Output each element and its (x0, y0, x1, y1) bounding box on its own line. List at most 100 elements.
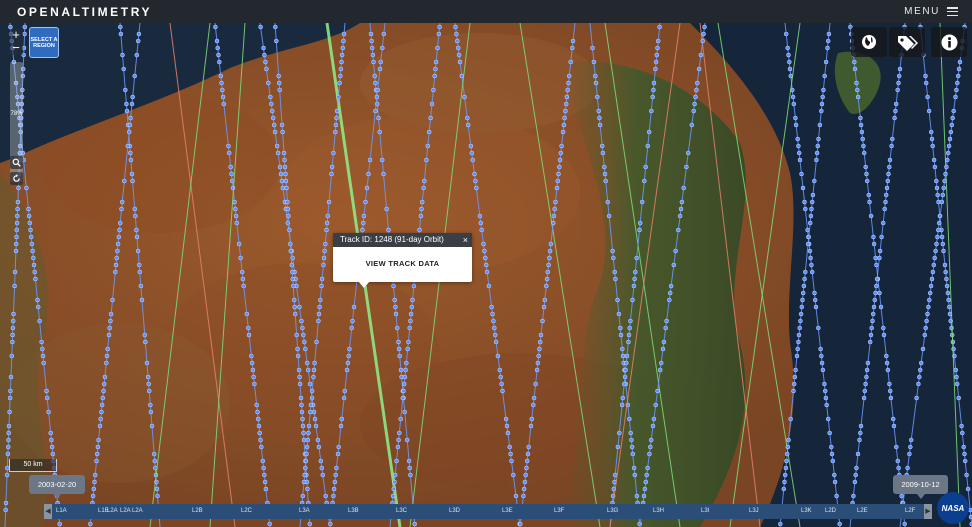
track-point[interactable] (331, 486, 337, 492)
track-point[interactable] (378, 59, 383, 65)
track-point[interactable] (863, 164, 868, 170)
track-point[interactable] (950, 115, 955, 121)
track-point[interactable] (918, 360, 924, 366)
track-point[interactable] (373, 108, 378, 114)
track-point[interactable] (694, 87, 699, 93)
track-point[interactable] (597, 122, 603, 128)
track-point[interactable] (333, 472, 338, 478)
track-point[interactable] (396, 437, 401, 443)
track-point[interactable] (401, 388, 406, 394)
track-point[interactable] (505, 430, 511, 436)
track-point[interactable] (269, 101, 274, 107)
track-point[interactable] (339, 59, 344, 65)
track-point[interactable] (462, 94, 467, 100)
track-point[interactable] (24, 185, 29, 191)
track-point[interactable] (917, 374, 922, 380)
track-point[interactable] (822, 381, 827, 387)
track-point[interactable] (882, 206, 887, 212)
track-point[interactable] (945, 150, 951, 156)
track-point[interactable] (679, 199, 685, 205)
track-point[interactable] (855, 87, 860, 93)
track-point[interactable] (316, 318, 321, 324)
track-point[interactable] (342, 388, 348, 394)
timeline-label[interactable]: L2F (905, 504, 915, 519)
track-point[interactable] (262, 52, 267, 58)
track-point[interactable] (287, 227, 292, 233)
track-point[interactable] (136, 262, 142, 268)
track-point[interactable] (944, 164, 949, 170)
track-point[interactable] (255, 416, 261, 422)
track-point[interactable] (301, 332, 306, 338)
track-point[interactable] (545, 269, 551, 275)
track-point[interactable] (881, 325, 886, 331)
track-point[interactable] (134, 52, 140, 58)
track-point[interactable] (13, 241, 19, 247)
track-point[interactable] (951, 346, 956, 352)
track-point[interactable] (277, 164, 283, 170)
track-point[interactable] (947, 136, 953, 142)
track-point[interactable] (149, 423, 155, 429)
track-point[interactable] (629, 444, 635, 450)
track-point[interactable] (784, 451, 790, 457)
track-point[interactable] (35, 304, 41, 310)
track-point[interactable] (407, 465, 412, 471)
track-point[interactable] (509, 458, 514, 464)
track-point[interactable] (959, 423, 964, 429)
track-point[interactable] (255, 409, 260, 415)
track-point[interactable] (267, 521, 272, 527)
track-point[interactable] (953, 94, 958, 100)
track-point[interactable] (426, 129, 432, 135)
track-point[interactable] (956, 66, 962, 72)
track-point[interactable] (597, 115, 602, 121)
globe-icon[interactable] (851, 27, 887, 57)
track-point[interactable] (537, 346, 542, 352)
track-point[interactable] (560, 129, 566, 135)
track-point[interactable] (825, 416, 831, 422)
track-point[interactable] (791, 381, 797, 387)
track-point[interactable] (786, 437, 791, 443)
timeline-label[interactable]: L2A (107, 504, 118, 519)
track-point[interactable] (884, 353, 889, 359)
track-point[interactable] (809, 199, 815, 205)
search-icon[interactable] (10, 156, 23, 169)
track-point[interactable] (296, 367, 302, 373)
track-point[interactable] (300, 493, 306, 499)
track-point[interactable] (626, 332, 632, 338)
track-point[interactable] (424, 157, 429, 163)
track-point[interactable] (275, 150, 281, 156)
track-point[interactable] (339, 52, 345, 58)
track-point[interactable] (303, 465, 308, 471)
track-point[interactable] (261, 45, 266, 51)
track-point[interactable] (923, 325, 928, 331)
track-point[interactable] (940, 241, 946, 247)
track-point[interactable] (280, 129, 285, 135)
track-point[interactable] (590, 45, 595, 51)
track-point[interactable] (658, 360, 664, 366)
track-point[interactable] (392, 297, 397, 303)
track-point[interactable] (524, 465, 529, 471)
track-point[interactable] (922, 332, 928, 338)
track-point[interactable] (375, 87, 380, 93)
track-point[interactable] (829, 451, 835, 457)
track-point[interactable] (297, 304, 302, 310)
track-point[interactable] (861, 150, 867, 156)
track-point[interactable] (621, 381, 627, 387)
track-point[interactable] (115, 241, 121, 247)
track-point[interactable] (643, 164, 648, 170)
track-point[interactable] (397, 353, 402, 359)
track-point[interactable] (226, 150, 232, 156)
track-point[interactable] (148, 402, 153, 408)
track-point[interactable] (120, 52, 125, 58)
track-point[interactable] (402, 409, 407, 415)
track-point[interactable] (689, 122, 695, 128)
track-point[interactable] (288, 248, 294, 254)
track-point[interactable] (949, 122, 955, 128)
track-point[interactable] (251, 374, 256, 380)
track-point[interactable] (478, 220, 484, 226)
track-point[interactable] (939, 199, 945, 205)
track-point[interactable] (895, 458, 901, 464)
track-point[interactable] (837, 521, 842, 527)
track-point[interactable] (914, 395, 919, 401)
track-point[interactable] (857, 437, 862, 443)
track-point[interactable] (351, 304, 357, 310)
